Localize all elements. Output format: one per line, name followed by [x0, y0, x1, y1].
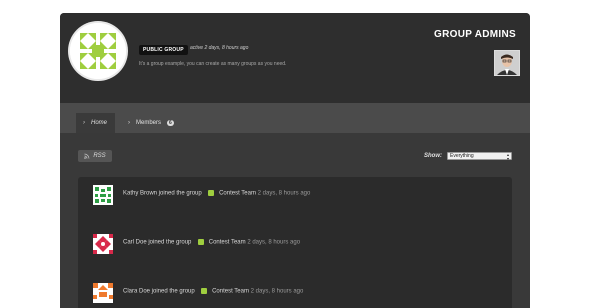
- user-avatar-pattern: [93, 283, 113, 303]
- tab-home-label: Home: [91, 120, 108, 126]
- activity-text: Clara Doe joined the group Contest Team …: [123, 288, 303, 295]
- activity-text: Kathy Brown joined the group Contest Tea…: [123, 190, 310, 197]
- chevron-right-icon: ›: [128, 120, 130, 126]
- activity-text: Carl Doe joined the group Contest Team 2…: [123, 239, 300, 246]
- group-nav: › Home › Members 6: [60, 103, 530, 133]
- activity-team-link[interactable]: Contest Team: [212, 289, 249, 295]
- show-filter-value: Everything: [450, 153, 474, 159]
- tab-members-label: Members: [136, 120, 162, 126]
- select-arrows-icon: ▴ ▾: [506, 152, 509, 161]
- activity-summary[interactable]: Clara Doe joined the group: [123, 289, 195, 295]
- activity-team-link[interactable]: Contest Team: [219, 191, 256, 197]
- activity-item: Carl Doe joined the group Contest Team 2…: [93, 234, 503, 256]
- group-header: PUBLIC GROUP active 2 days, 8 hours ago …: [60, 13, 530, 103]
- rss-icon: [84, 153, 90, 159]
- chevron-right-icon: ›: [83, 120, 85, 126]
- activity-stream: Kathy Brown joined the group Contest Tea…: [78, 177, 512, 308]
- admin-photo-icon: [495, 51, 519, 75]
- show-filter-label: Show:: [424, 153, 442, 159]
- tab-members[interactable]: › Members 6: [128, 113, 188, 133]
- group-active-time: active 2 days, 8 hours ago: [190, 45, 249, 51]
- team-icon: [208, 190, 215, 196]
- team-icon: [198, 239, 205, 245]
- activity-summary[interactable]: Kathy Brown joined the group: [123, 191, 202, 197]
- group-admins-title: GROUP ADMINS: [434, 29, 516, 40]
- rss-button[interactable]: RSS: [78, 150, 112, 162]
- activity-time: 2 days, 8 hours ago: [257, 190, 311, 197]
- public-group-badge: PUBLIC GROUP: [139, 45, 188, 55]
- activity-team-link[interactable]: Contest Team: [209, 240, 246, 246]
- admin-avatar[interactable]: [494, 50, 520, 76]
- group-content: RSS Show: Everything ▴ ▾ Kathy Brown joi…: [60, 133, 530, 308]
- user-avatar-pattern: [93, 185, 113, 205]
- activity-time: 2 days, 8 hours ago: [247, 239, 301, 246]
- group-avatar-pattern: [70, 23, 126, 79]
- team-icon: [201, 288, 208, 294]
- group-page: PUBLIC GROUP active 2 days, 8 hours ago …: [60, 13, 530, 308]
- group-description: It's a group example, you can create as …: [139, 61, 287, 67]
- activity-item: Clara Doe joined the group Contest Team …: [93, 283, 503, 305]
- user-avatar-pattern: [93, 234, 113, 254]
- show-filter-select[interactable]: Everything ▴ ▾: [447, 152, 512, 161]
- activity-time: 2 days, 8 hours ago: [250, 288, 304, 295]
- user-avatar[interactable]: [93, 234, 113, 254]
- activity-summary[interactable]: Carl Doe joined the group: [123, 240, 191, 246]
- activity-item: Kathy Brown joined the group Contest Tea…: [93, 185, 503, 207]
- tab-home[interactable]: › Home: [76, 113, 115, 133]
- user-avatar[interactable]: [93, 283, 113, 303]
- rss-label: RSS: [93, 153, 106, 159]
- user-avatar[interactable]: [93, 185, 113, 205]
- members-count-badge: 6: [167, 120, 174, 126]
- group-avatar[interactable]: [70, 23, 126, 79]
